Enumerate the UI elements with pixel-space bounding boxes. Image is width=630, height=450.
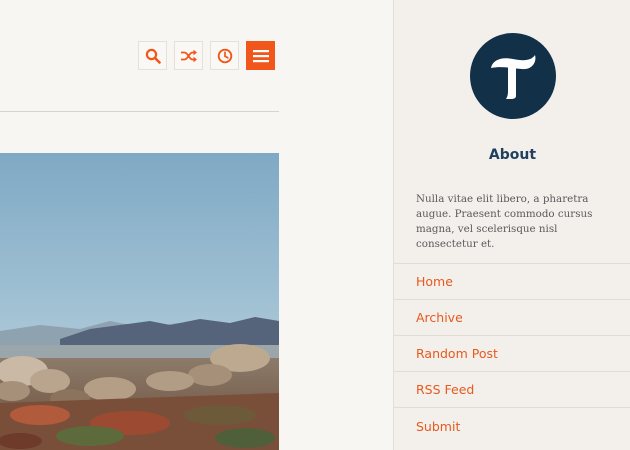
- toolbar: [138, 41, 275, 70]
- archive-clock-button[interactable]: [210, 41, 239, 70]
- sidebar-item-label[interactable]: Submit: [416, 419, 460, 434]
- sidebar-item-label[interactable]: Archive: [416, 310, 463, 325]
- sidebar-item-home[interactable]: Home: [394, 263, 630, 299]
- sidebar-item-rss-feed[interactable]: RSS Feed: [394, 371, 630, 407]
- sidebar-item-label[interactable]: RSS Feed: [416, 382, 474, 397]
- search-icon: [145, 48, 161, 64]
- search-button[interactable]: [138, 41, 167, 70]
- sidebar-item-label[interactable]: Home: [416, 274, 453, 289]
- logo-mark: [491, 55, 536, 99]
- sidebar-item-submit[interactable]: Submit: [394, 407, 630, 445]
- sidebar: About Nulla vitae elit libero, a pharetr…: [393, 0, 630, 450]
- sidebar-item-random-post[interactable]: Random Post: [394, 335, 630, 371]
- menu-button[interactable]: [246, 41, 275, 70]
- about-heading: About: [488, 147, 537, 163]
- header-divider: [0, 111, 279, 112]
- clock-icon: [217, 48, 232, 63]
- sidebar-item-archive[interactable]: Archive: [394, 299, 630, 335]
- post-photo[interactable]: [0, 153, 279, 450]
- sidebar-nav: Home Archive Random Post RSS Feed Submit: [394, 263, 630, 445]
- random-button[interactable]: [174, 41, 203, 70]
- shuffle-icon: [180, 49, 197, 62]
- desert-landscape-image: [0, 153, 279, 450]
- sidebar-item-label[interactable]: Random Post: [416, 346, 498, 361]
- menu-icon: [252, 49, 269, 62]
- main-column: [0, 0, 393, 450]
- about-description: Nulla vitae elit libero, a pharetra augu…: [416, 193, 593, 250]
- site-logo[interactable]: [470, 33, 556, 119]
